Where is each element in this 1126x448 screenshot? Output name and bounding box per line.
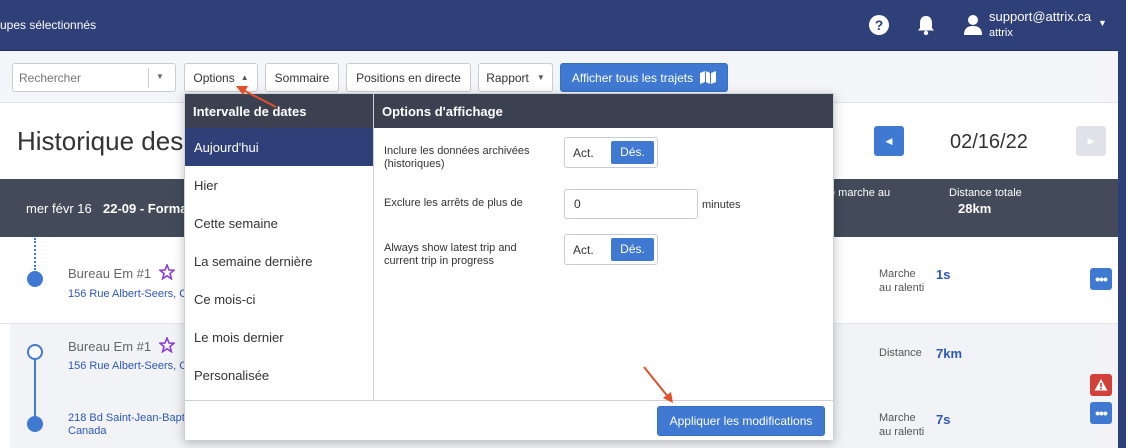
annotation-arrows [236, 86, 673, 403]
annotation-arrow-apply [643, 366, 673, 403]
annotation-arrow-options [236, 86, 277, 108]
